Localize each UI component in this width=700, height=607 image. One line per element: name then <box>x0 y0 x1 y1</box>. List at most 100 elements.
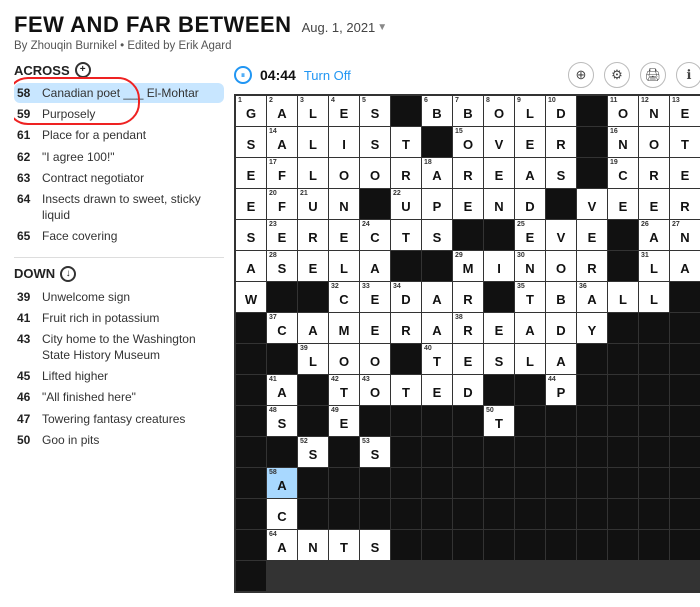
cell-5-10[interactable]: R <box>577 251 607 281</box>
cell-9-5[interactable]: E <box>422 375 452 405</box>
puzzle-date[interactable]: Aug. 1, 2021 ▼ <box>302 20 388 35</box>
cell-7-1[interactable]: A <box>298 313 328 343</box>
cell-2-8[interactable]: A <box>515 158 545 188</box>
cell-1-8[interactable]: E <box>515 127 545 157</box>
cell-5-7[interactable]: I <box>484 251 514 281</box>
cell-3-10[interactable]: V <box>577 189 607 219</box>
cell-5-6[interactable]: 29M <box>453 251 483 281</box>
cell-0-13[interactable]: 12N <box>639 96 669 126</box>
cell-8-3[interactable]: O <box>360 344 390 374</box>
cell-2-14[interactable]: E <box>236 189 266 219</box>
cell-0-9[interactable]: 9L <box>515 96 545 126</box>
cell-3-8[interactable]: D <box>515 189 545 219</box>
cell-1-9[interactable]: R <box>546 127 576 157</box>
circle-settings-button[interactable]: ⊕ <box>568 62 594 88</box>
cell-0-4[interactable]: 5S <box>360 96 390 126</box>
cell-2-4[interactable]: R <box>391 158 421 188</box>
cell-8-6[interactable]: E <box>453 344 483 374</box>
cell-7-7[interactable]: E <box>484 313 514 343</box>
clue-across-59[interactable]: 59 Purposely <box>14 104 224 124</box>
cell-4-3[interactable]: 24C <box>360 220 390 250</box>
cell-10-7[interactable]: 50T <box>484 406 514 436</box>
cell-1-1[interactable]: L <box>298 127 328 157</box>
clue-across-61[interactable]: 61 Place for a pendant <box>14 125 224 145</box>
cell-1-14[interactable]: E <box>236 158 266 188</box>
cell-2-5[interactable]: 18A <box>422 158 452 188</box>
cell-6-4[interactable]: 34D <box>391 282 421 312</box>
cell-5-2[interactable]: L <box>329 251 359 281</box>
cell-8-1[interactable]: 39L <box>298 344 328 374</box>
cell-1-13[interactable]: T <box>670 127 700 157</box>
cell-7-8[interactable]: A <box>515 313 545 343</box>
cell-7-4[interactable]: R <box>391 313 421 343</box>
cell-1-0[interactable]: 14A <box>267 127 297 157</box>
cell-2-1[interactable]: L <box>298 158 328 188</box>
cell-3-0[interactable]: 20F <box>267 189 297 219</box>
cell-4-8[interactable]: 25E <box>515 220 545 250</box>
pause-button[interactable]: ⏸ <box>234 66 252 84</box>
cell-7-9[interactable]: D <box>546 313 576 343</box>
clue-across-64[interactable]: 64 Insects drawn to sweet, sticky liquid <box>14 189 224 225</box>
cell-9-2[interactable]: 42T <box>329 375 359 405</box>
clue-down-46[interactable]: 46 "All finished here" <box>14 387 224 407</box>
cell-2-2[interactable]: O <box>329 158 359 188</box>
cell-6-8[interactable]: 35T <box>515 282 545 312</box>
cell-4-5[interactable]: S <box>422 220 452 250</box>
cell-2-3[interactable]: O <box>360 158 390 188</box>
clue-across-58[interactable]: 58 Canadian poet ___ El-Mohtar <box>14 83 224 103</box>
clue-across-65[interactable]: 65 Face covering <box>14 226 224 246</box>
cell-12-0[interactable]: 58A <box>267 468 297 498</box>
cell-3-6[interactable]: E <box>453 189 483 219</box>
cell-4-13[interactable]: 27N <box>670 220 700 250</box>
cell-11-3[interactable]: 53S <box>360 437 390 467</box>
cell-0-2[interactable]: 3L <box>298 96 328 126</box>
cell-1-6[interactable]: 15O <box>453 127 483 157</box>
cell-7-6[interactable]: 38R <box>453 313 483 343</box>
cell-0-10[interactable]: 10D <box>546 96 576 126</box>
cell-1-4[interactable]: T <box>391 127 421 157</box>
cell-5-8[interactable]: 30N <box>515 251 545 281</box>
cell-8-9[interactable]: A <box>546 344 576 374</box>
cell-0-3[interactable]: 4E <box>329 96 359 126</box>
cell-4-4[interactable]: T <box>391 220 421 250</box>
cell-0-7[interactable]: 7B <box>453 96 483 126</box>
cell-14-3[interactable]: S <box>360 530 390 560</box>
cell-1-12[interactable]: O <box>639 127 669 157</box>
cell-4-12[interactable]: 26A <box>639 220 669 250</box>
cell-3-11[interactable]: E <box>608 189 638 219</box>
cell-9-9[interactable]: 44P <box>546 375 576 405</box>
cell-6-12[interactable]: L <box>639 282 669 312</box>
cell-9-3[interactable]: 43O <box>360 375 390 405</box>
cell-6-10[interactable]: 36A <box>577 282 607 312</box>
cell-4-1[interactable]: R <box>298 220 328 250</box>
cell-6-9[interactable]: B <box>546 282 576 312</box>
cell-4-0[interactable]: 23E <box>267 220 297 250</box>
print-button[interactable]: 🖨 <box>640 62 666 88</box>
cell-6-5[interactable]: A <box>422 282 452 312</box>
clue-down-43[interactable]: 43 City home to the Washington State His… <box>14 329 224 365</box>
cell-9-6[interactable]: D <box>453 375 483 405</box>
clue-down-47[interactable]: 47 Towering fantasy creatures <box>14 409 224 429</box>
cell-3-2[interactable]: N <box>329 189 359 219</box>
cell-3-12[interactable]: E <box>639 189 669 219</box>
cell-5-14[interactable]: W <box>236 282 266 312</box>
cell-14-2[interactable]: T <box>329 530 359 560</box>
cell-4-14[interactable]: A <box>236 251 266 281</box>
cell-7-5[interactable]: A <box>422 313 452 343</box>
cell-0-15[interactable]: S <box>236 127 266 157</box>
cell-3-14[interactable]: S <box>236 220 266 250</box>
cell-6-2[interactable]: 32C <box>329 282 359 312</box>
cell-11-1[interactable]: 52S <box>298 437 328 467</box>
cell-8-5[interactable]: 40T <box>422 344 452 374</box>
cell-8-8[interactable]: L <box>515 344 545 374</box>
cell-8-7[interactable]: S <box>484 344 514 374</box>
crossword-grid[interactable]: 1G2A3L4E5S6B7B8O9L10D11O12N13ES14ALIST15… <box>234 94 700 593</box>
cell-7-3[interactable]: E <box>360 313 390 343</box>
cell-10-0[interactable]: 48S <box>267 406 297 436</box>
cell-5-3[interactable]: A <box>360 251 390 281</box>
turn-off-button[interactable]: Turn Off <box>304 68 351 83</box>
cell-1-3[interactable]: S <box>360 127 390 157</box>
cell-5-0[interactable]: 28S <box>267 251 297 281</box>
cell-0-14[interactable]: 13E <box>670 96 700 126</box>
cell-10-2[interactable]: 49E <box>329 406 359 436</box>
